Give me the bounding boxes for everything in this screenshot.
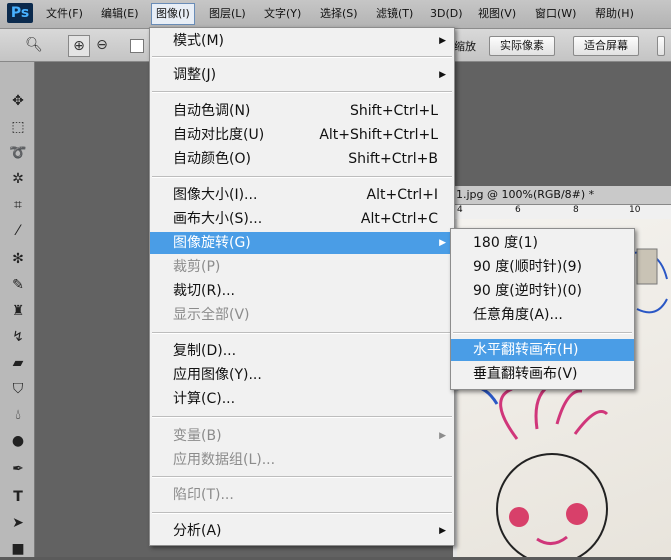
menu-3d[interactable]: 3D(D) [426, 4, 467, 24]
menu-filter[interactable]: 滤镜(T) [372, 4, 417, 24]
menu-separator [152, 176, 452, 178]
menu-file[interactable]: 文件(F) [42, 4, 87, 24]
menu-item-image-size[interactable]: 图像大小(I)... Alt+Ctrl+I [150, 184, 454, 206]
type-tool-icon[interactable]: T [7, 486, 29, 508]
submenu-arrow-icon: ▶ [439, 36, 446, 46]
submenu-arrow-icon: ▶ [439, 238, 446, 248]
menu-item-trap[interactable]: 陷印(T)... [150, 484, 454, 506]
menu-separator [152, 91, 452, 93]
menu-item-auto-tone[interactable]: 自动色调(N) Shift+Ctrl+L [150, 100, 454, 122]
horizontal-ruler: 4 6 8 10 [453, 205, 671, 220]
submenu-item-flip-vertical[interactable]: 垂直翻转画布(V) [451, 363, 634, 385]
ruler-tick: 4 [457, 205, 463, 215]
menu-separator [152, 56, 452, 58]
path-selection-icon[interactable]: ➤ [7, 512, 29, 534]
menu-select[interactable]: 选择(S) [316, 4, 362, 24]
menu-item-reveal-all[interactable]: 显示全部(V) [150, 304, 454, 326]
actual-pixels-button[interactable]: 实际像素 [489, 36, 555, 56]
paint-bucket-icon[interactable]: ⛉ [7, 378, 29, 400]
menu-separator [152, 332, 452, 334]
ruler-tick: 6 [515, 205, 521, 215]
lasso-tool-icon[interactable]: ➰ [7, 142, 29, 164]
menu-window[interactable]: 窗口(W) [531, 4, 580, 24]
marquee-tool-icon[interactable]: ⬚ [7, 116, 29, 138]
menu-item-apply-image[interactable]: 应用图像(Y)... [150, 364, 454, 386]
fill-screen-button[interactable] [657, 36, 665, 56]
history-brush-icon[interactable]: ↯ [7, 326, 29, 348]
menu-item-analysis[interactable]: 分析(A) ▶ [150, 520, 454, 542]
menu-layer[interactable]: 图层(L) [205, 4, 250, 24]
menu-item-trim[interactable]: 裁切(R)... [150, 280, 454, 302]
dodge-tool-icon[interactable]: ● [7, 430, 29, 452]
menu-separator [152, 512, 452, 514]
zoom-out-icon[interactable]: ⊖ [92, 35, 112, 55]
submenu-item-arbitrary[interactable]: 任意角度(A)... [451, 304, 634, 326]
menu-item-calculations[interactable]: 计算(C)... [150, 388, 454, 410]
eyedropper-icon[interactable]: ⁄ [7, 220, 29, 242]
submenu-item-rotate-90-ccw[interactable]: 90 度(逆时针)(0) [451, 280, 634, 302]
menu-item-duplicate[interactable]: 复制(D)... [150, 340, 454, 362]
menu-bar: Ps 文件(F) 编辑(E) 图像(I) 图层(L) 文字(Y) 选择(S) 滤… [0, 0, 671, 29]
eraser-icon[interactable]: ▰ [7, 352, 29, 374]
submenu-arrow-icon: ▶ [439, 431, 446, 441]
menu-item-apply-data-set[interactable]: 应用数据组(L)... [150, 449, 454, 471]
menu-edit[interactable]: 编辑(E) [97, 4, 143, 24]
zoom-tool-icon[interactable]: 🔍︎ [24, 35, 44, 55]
resize-windows-checkbox[interactable] [130, 39, 144, 53]
menu-item-auto-contrast[interactable]: 自动对比度(U) Alt+Shift+Ctrl+L [150, 124, 454, 146]
menu-separator [453, 332, 632, 334]
image-menu: 模式(M) ▶ 调整(J) ▶ 自动色调(N) Shift+Ctrl+L 自动对… [149, 27, 455, 546]
image-rotation-submenu: 180 度(1) 90 度(顺时针)(9) 90 度(逆时针)(0) 任意角度(… [450, 228, 635, 390]
menu-item-auto-color[interactable]: 自动颜色(O) Shift+Ctrl+B [150, 148, 454, 170]
menu-item-adjustments[interactable]: 调整(J) ▶ [150, 64, 454, 86]
fit-screen-button[interactable]: 适合屏幕 [573, 36, 639, 56]
menu-item-canvas-size[interactable]: 画布大小(S)... Alt+Ctrl+C [150, 208, 454, 230]
brush-tool-icon[interactable]: ✎ [7, 274, 29, 296]
document-tab[interactable]: 1.jpg @ 100%(RGB/8#) * [453, 186, 671, 205]
healing-brush-icon[interactable]: ✻ [7, 248, 29, 270]
photoshop-logo: Ps [7, 3, 33, 23]
menu-item-crop[interactable]: 裁剪(P) [150, 256, 454, 278]
submenu-arrow-icon: ▶ [439, 70, 446, 80]
menu-help[interactable]: 帮助(H) [591, 4, 638, 24]
submenu-item-rotate-90-cw[interactable]: 90 度(顺时针)(9) [451, 256, 634, 278]
menu-image[interactable]: 图像(I) [151, 3, 195, 25]
submenu-item-rotate-180[interactable]: 180 度(1) [451, 232, 634, 254]
menu-item-image-rotation[interactable]: 图像旋转(G) ▶ [150, 232, 454, 254]
ruler-tick: 8 [573, 205, 579, 215]
zoom-in-icon[interactable]: ⊕ [68, 35, 90, 57]
submenu-item-flip-horizontal[interactable]: 水平翻转画布(H) [451, 339, 634, 361]
toolbox: ✥ ⬚ ➰ ✲ ⌗ ⁄ ✻ ✎ ♜ ↯ ▰ ⛉ 💧︎ ● ✒ T ➤ ■ [0, 62, 35, 557]
move-tool-icon[interactable]: ✥ [7, 90, 29, 112]
ruler-tick: 10 [629, 205, 641, 215]
blur-tool-icon[interactable]: 💧︎ [7, 404, 29, 426]
submenu-arrow-icon: ▶ [439, 526, 446, 536]
clone-stamp-icon[interactable]: ♜ [7, 300, 29, 322]
menu-type[interactable]: 文字(Y) [260, 4, 305, 24]
pen-tool-icon[interactable]: ✒ [7, 458, 29, 480]
menu-separator [152, 476, 452, 478]
menu-item-variables[interactable]: 变量(B) ▶ [150, 425, 454, 447]
menu-separator [152, 416, 452, 418]
magic-wand-icon[interactable]: ✲ [7, 168, 29, 190]
crop-tool-icon[interactable]: ⌗ [7, 194, 29, 216]
menu-view[interactable]: 视图(V) [474, 4, 520, 24]
menu-item-mode[interactable]: 模式(M) ▶ [150, 30, 454, 52]
